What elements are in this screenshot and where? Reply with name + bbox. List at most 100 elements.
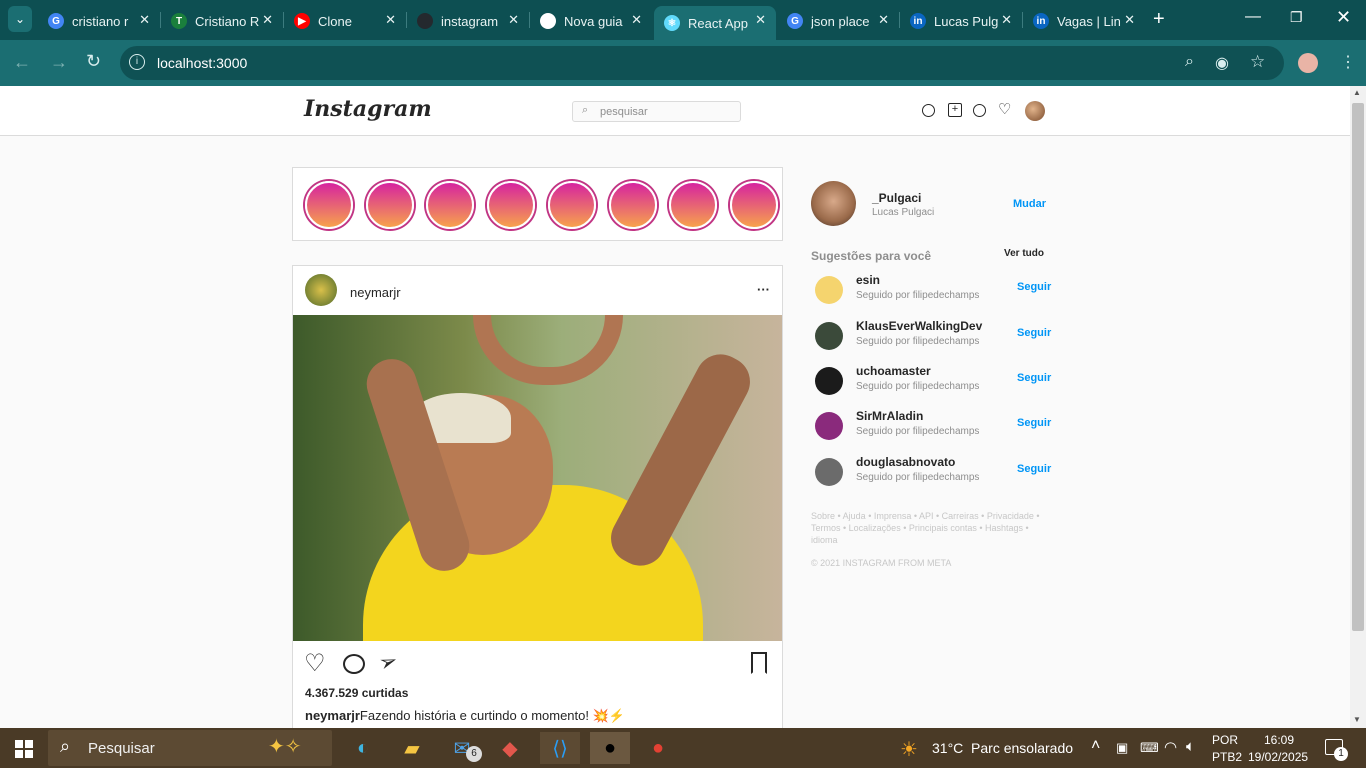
tray-wifi-icon[interactable]: ◠ [1164, 738, 1177, 756]
see-all-link[interactable]: Ver tudo [1004, 248, 1044, 259]
edge-icon[interactable]: ◐ [343, 732, 383, 764]
reload-icon[interactable]: ↻ [86, 51, 101, 72]
story-avatar[interactable] [305, 181, 353, 229]
url-text[interactable]: localhost:3000 [157, 55, 247, 71]
back-icon[interactable]: ← [13, 52, 31, 73]
comment-icon[interactable] [343, 654, 365, 674]
suggestion-username[interactable]: KlausEverWalkingDev [856, 319, 982, 333]
tab-close-icon[interactable]: ✕ [508, 12, 519, 28]
suggestion-avatar[interactable] [815, 276, 843, 304]
zoom-icon[interactable]: ⌕ [1185, 53, 1194, 71]
tracking-hidden-icon[interactable]: ◉ [1215, 53, 1229, 73]
story-avatar[interactable] [669, 181, 718, 229]
menu-dots-icon[interactable]: ⋮ [1340, 52, 1356, 72]
story-avatar[interactable] [729, 181, 778, 229]
story-avatar[interactable] [487, 181, 536, 229]
tab-2[interactable]: T Cristiano R ✕ [161, 6, 283, 36]
like-heart-icon[interactable]: ♡ [304, 649, 326, 678]
tab-close-icon[interactable]: ✕ [262, 12, 273, 28]
chrome-icon[interactable]: ● [590, 732, 630, 764]
heart-activity-icon[interactable]: ♡ [998, 100, 1011, 118]
scroll-down-icon[interactable]: ▼ [1353, 715, 1361, 724]
clock-time[interactable]: 16:09 [1264, 733, 1294, 747]
file-explorer-icon[interactable]: ▰ [392, 732, 432, 764]
tab-4[interactable]: instagram ✕ [407, 6, 529, 36]
follow-button[interactable]: Seguir [1017, 281, 1051, 293]
post-username[interactable]: neymarjr [350, 285, 401, 300]
tab-5[interactable]: Nova guia ✕ [530, 6, 652, 36]
git-icon[interactable]: ◆ [490, 732, 530, 764]
story-avatar[interactable] [608, 181, 657, 229]
tab-close-icon[interactable]: ✕ [1001, 12, 1012, 28]
suggestion-username[interactable]: uchoamaster [856, 364, 931, 378]
suggestion-avatar[interactable] [815, 367, 843, 395]
suggestion-username[interactable]: SirMrAladin [856, 409, 923, 423]
tab-search-chevron-icon[interactable]: ⌄ [8, 6, 32, 32]
likes-count[interactable]: 4.367.529 curtidas [305, 686, 408, 700]
tray-meet-icon[interactable]: ▣ [1116, 740, 1128, 756]
taskbar-search-box[interactable]: ⌕ Pesquisar ✦✧ [48, 730, 332, 766]
tray-volume-icon[interactable]: 🔈︎ [1186, 738, 1195, 755]
tab-1[interactable]: Gcristiano r ✕ [38, 6, 160, 36]
tab-close-icon[interactable]: ✕ [385, 12, 396, 28]
lang-secondary[interactable]: PTB2 [1212, 750, 1242, 764]
tab-9[interactable]: in Vagas | Lin ✕ [1023, 6, 1145, 36]
instagram-logo[interactable]: Instagram [304, 96, 432, 122]
tab-6[interactable]: ⚛ React App ✕ [654, 6, 776, 40]
story-avatar[interactable] [365, 181, 414, 229]
follow-button[interactable]: Seguir [1017, 463, 1051, 475]
footer-links[interactable]: Sobre • Ajuda • Imprensa • API • Carreir… [811, 510, 1047, 546]
profile-avatar[interactable] [811, 181, 856, 226]
tab-close-icon[interactable]: ✕ [755, 12, 766, 28]
follow-button[interactable]: Seguir [1017, 327, 1051, 339]
weather-icon[interactable]: ☀ [900, 737, 918, 762]
tab-7[interactable]: Gjson place ✕ [777, 6, 899, 36]
tab-close-icon[interactable]: ✕ [139, 12, 150, 28]
follow-button[interactable]: Seguir [1017, 372, 1051, 384]
vscode-icon[interactable]: ⟨⟩ [540, 732, 580, 764]
clock-date[interactable]: 19/02/2025 [1248, 750, 1308, 764]
suggestion-avatar[interactable] [815, 458, 843, 486]
minimize-icon[interactable]: — [1245, 8, 1261, 26]
address-bar[interactable] [120, 46, 1284, 80]
scroll-up-icon[interactable]: ▲ [1353, 88, 1361, 97]
avatar[interactable] [1025, 101, 1045, 121]
new-post-icon[interactable]: + [948, 103, 962, 117]
tab-8[interactable]: in Lucas Pulg ✕ [900, 6, 1022, 36]
weather-text[interactable]: 31°C Parc ensolarado [932, 740, 1073, 756]
save-bookmark-icon[interactable] [751, 652, 767, 674]
suggestion-username[interactable]: douglasabnovato [856, 455, 955, 469]
share-icon[interactable]: ➢ [375, 647, 401, 678]
suggestion-avatar[interactable] [815, 412, 843, 440]
story-avatar[interactable] [426, 181, 475, 229]
suggestion-avatar[interactable] [815, 322, 843, 350]
site-info-icon[interactable]: i [129, 54, 145, 70]
story-avatar[interactable] [547, 181, 596, 229]
scrollbar-thumb[interactable] [1352, 103, 1364, 631]
tab-close-icon[interactable]: ✕ [878, 12, 889, 28]
follow-button[interactable]: Seguir [1017, 417, 1051, 429]
messenger-icon[interactable] [922, 104, 935, 117]
restore-icon[interactable]: ❐ [1290, 9, 1303, 26]
caption-username[interactable]: neymarjr [305, 708, 360, 723]
new-tab-icon[interactable]: + [1153, 8, 1165, 31]
chrome-profile-icon[interactable]: ● [638, 732, 678, 764]
post-avatar[interactable] [305, 274, 337, 306]
switch-account-button[interactable]: Mudar [1013, 198, 1046, 210]
bookmark-star-icon[interactable]: ☆ [1250, 52, 1265, 72]
more-options-icon[interactable]: ··· [757, 282, 770, 297]
close-window-icon[interactable]: ✕ [1336, 7, 1351, 28]
tab-close-icon[interactable]: ✕ [1124, 12, 1135, 28]
tray-ime-icon[interactable]: ⌨ [1140, 740, 1159, 756]
suggestion-username[interactable]: esin [856, 273, 880, 287]
profile-username[interactable]: _Pulgaci [872, 191, 921, 205]
windows-start-icon[interactable] [15, 740, 33, 758]
tab-close-icon[interactable]: ✕ [631, 12, 642, 28]
tray-chevron-icon[interactable]: ˄ [1091, 737, 1100, 755]
lang-primary[interactable]: POR [1212, 733, 1238, 747]
profile-avatar-icon[interactable] [1298, 53, 1318, 73]
tab-3[interactable]: ▶ Clone ✕ [284, 6, 406, 36]
forward-icon[interactable]: → [50, 52, 68, 73]
search-box[interactable]: ⌕ pesquisar [572, 101, 741, 122]
explore-icon[interactable] [973, 104, 986, 117]
